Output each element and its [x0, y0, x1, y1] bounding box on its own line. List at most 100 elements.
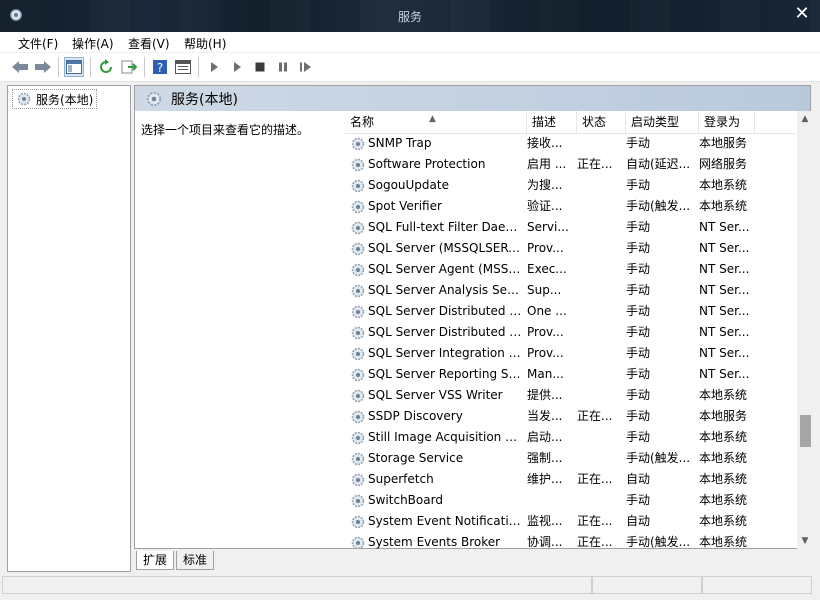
service-name-text: SQL Server Integration S... — [368, 346, 523, 360]
service-logon-as: 本地系统 — [699, 472, 748, 486]
service-name: SNMP Trap — [345, 133, 523, 154]
vertical-scrollbar[interactable]: ▲ ▼ — [797, 111, 811, 549]
toolbar: ? — [0, 53, 820, 82]
scroll-up-arrow-icon[interactable]: ▲ — [797, 111, 811, 127]
service-startup-type: 自动 — [626, 472, 651, 486]
table-row[interactable]: SQL Server (MSSQLSERV... Prov... 手动 NT Ser.… — [345, 238, 795, 259]
export-icon — [121, 60, 137, 74]
service-startup-type: 手动 — [626, 493, 651, 507]
services-list: 名称 ▲ 描述 状态 启动类型 登录为 SNMP Trap 接收... 手动 本地服务… — [345, 111, 811, 549]
tab-extended[interactable]: 扩展 — [136, 551, 175, 570]
table-row[interactable]: Superfetch 维护... 正在... 自动 本地系统 — [345, 469, 795, 490]
service-status: 正在... — [577, 514, 613, 528]
scrollbar-thumb[interactable] — [800, 415, 811, 447]
status-segment — [702, 576, 812, 594]
column-header-startup-type[interactable]: 启动类型 — [626, 111, 699, 133]
table-row[interactable]: SogouUpdate 为搜... 手动 本地系统 — [345, 175, 795, 196]
table-row[interactable]: SQL Server Distributed R... One ... 手动 NT S… — [345, 301, 795, 322]
help-button[interactable]: ? — [150, 57, 170, 77]
service-logon-as: NT Ser... — [699, 262, 750, 276]
table-row[interactable]: Still Image Acquisition Ev... 启动... 手动 本地系统 — [345, 427, 795, 448]
service-description: Man... — [527, 367, 564, 381]
title-bar[interactable]: 服务 ✕ — [0, 0, 820, 32]
service-name: SSDP Discovery — [345, 406, 523, 427]
service-logon-as: 本地系统 — [699, 178, 748, 192]
sort-ascending-icon: ▲ — [429, 114, 436, 124]
table-row[interactable]: Software Protection 启用 ... 正在... 自动(延迟... 网络… — [345, 154, 795, 175]
service-gear-icon — [351, 410, 365, 423]
column-header-name[interactable]: 名称 ▲ — [345, 111, 527, 133]
table-row[interactable]: SQL Server VSS Writer 提供... 手动 本地系统 — [345, 385, 795, 406]
menu-help[interactable]: 帮助(H) — [184, 35, 226, 52]
table-row[interactable]: SQL Server Integration S... Prov... 手动 NT S… — [345, 343, 795, 364]
pane-header: 服务(本地) — [134, 85, 811, 111]
forward-button[interactable] — [33, 57, 53, 77]
service-description: One ... — [527, 304, 567, 318]
service-description: 启动... — [527, 430, 563, 444]
service-gear-icon — [351, 452, 365, 465]
back-button[interactable] — [10, 57, 30, 77]
table-row[interactable]: SQL Full-text Filter Daem... Servi... 手动 NT… — [345, 217, 795, 238]
service-name: SQL Server (MSSQLSERV... — [345, 238, 523, 259]
column-header-description[interactable]: 描述 — [527, 111, 577, 133]
column-header-status[interactable]: 状态 — [577, 111, 626, 133]
description-hint: 选择一个项目来查看它的描述。 — [141, 123, 310, 137]
table-row[interactable]: SQL Server Distributed R... Prov... 手动 NT S… — [345, 322, 795, 343]
table-row[interactable]: SNMP Trap 接收... 手动 本地服务 — [345, 133, 795, 154]
column-header-logon-as[interactable]: 登录为 — [699, 111, 755, 133]
service-gear-icon — [351, 347, 365, 360]
start-service-button[interactable] — [204, 57, 224, 77]
table-row[interactable]: Spot Verifier 验证... 手动(触发... 本地系统 — [345, 196, 795, 217]
scroll-down-arrow-icon[interactable]: ▼ — [797, 533, 811, 549]
toolbar-separator — [58, 57, 59, 77]
service-status: 正在... — [577, 157, 613, 171]
export-list-button[interactable] — [119, 57, 139, 77]
service-status — [577, 238, 619, 259]
table-row[interactable]: SwitchBoard 手动 本地系统 — [345, 490, 795, 511]
service-logon-as: 本地系统 — [699, 535, 748, 549]
restart-service-button[interactable] — [296, 57, 316, 77]
console-tree-icon — [66, 60, 82, 74]
menu-view[interactable]: 查看(V) — [128, 35, 170, 52]
menu-action[interactable]: 操作(A) — [72, 35, 114, 52]
service-logon-as: 本地系统 — [699, 388, 748, 402]
service-status — [577, 448, 619, 469]
show-tree-button[interactable] — [64, 57, 84, 77]
service-startup-type: 手动 — [626, 178, 651, 192]
service-status — [577, 490, 619, 511]
services-gear-icon — [17, 92, 31, 106]
stop-service-button[interactable] — [250, 57, 270, 77]
back-arrow-icon — [12, 61, 28, 73]
service-startup-type: 手动 — [626, 409, 651, 423]
tab-standard[interactable]: 标准 — [176, 551, 215, 570]
service-startup-type: 手动 — [626, 283, 651, 297]
service-name: SQL Server Integration S... — [345, 343, 523, 364]
properties-button[interactable] — [173, 57, 193, 77]
refresh-button[interactable] — [96, 57, 116, 77]
table-row[interactable]: System Events Broker 协调... 正在... 手动(触发... 本地… — [345, 532, 795, 549]
service-startup-type: 手动(触发... — [626, 535, 691, 549]
service-gear-icon — [351, 494, 365, 507]
service-name: Spot Verifier — [345, 196, 523, 217]
service-description: 监视... — [527, 514, 563, 528]
service-name: Still Image Acquisition Ev... — [345, 427, 523, 448]
pause-service-button[interactable] — [273, 57, 293, 77]
service-gear-icon — [351, 473, 365, 486]
table-row[interactable]: SQL Server Analysis Servi... Sup... 手动 NT S… — [345, 280, 795, 301]
service-name: SQL Server Distributed R... — [345, 322, 523, 343]
service-name: SQL Server Agent (MSSQ... — [345, 259, 523, 280]
table-row[interactable]: SQL Server Agent (MSSQ... Exec... 手动 NT Ser… — [345, 259, 795, 280]
service-name: System Event Notification... — [345, 511, 523, 532]
menu-file[interactable]: 文件(F) — [18, 35, 58, 52]
table-row[interactable]: SQL Server Reporting Se... Man... 手动 NT Ser… — [345, 364, 795, 385]
help-icon: ? — [153, 60, 167, 75]
table-row[interactable]: SSDP Discovery 当发... 正在... 手动 本地服务 — [345, 406, 795, 427]
close-button[interactable]: ✕ — [788, 2, 816, 28]
console-tree: 服务(本地) — [7, 85, 131, 572]
service-description: 接收... — [527, 136, 563, 150]
toolbar-separator — [90, 57, 91, 77]
start-service-alt-button[interactable] — [227, 57, 247, 77]
table-row[interactable]: Storage Service 强制... 手动(触发... 本地系统 — [345, 448, 795, 469]
tree-node-services-local[interactable]: 服务(本地) — [12, 89, 98, 109]
table-row[interactable]: System Event Notification... 监视... 正在... 自动… — [345, 511, 795, 532]
